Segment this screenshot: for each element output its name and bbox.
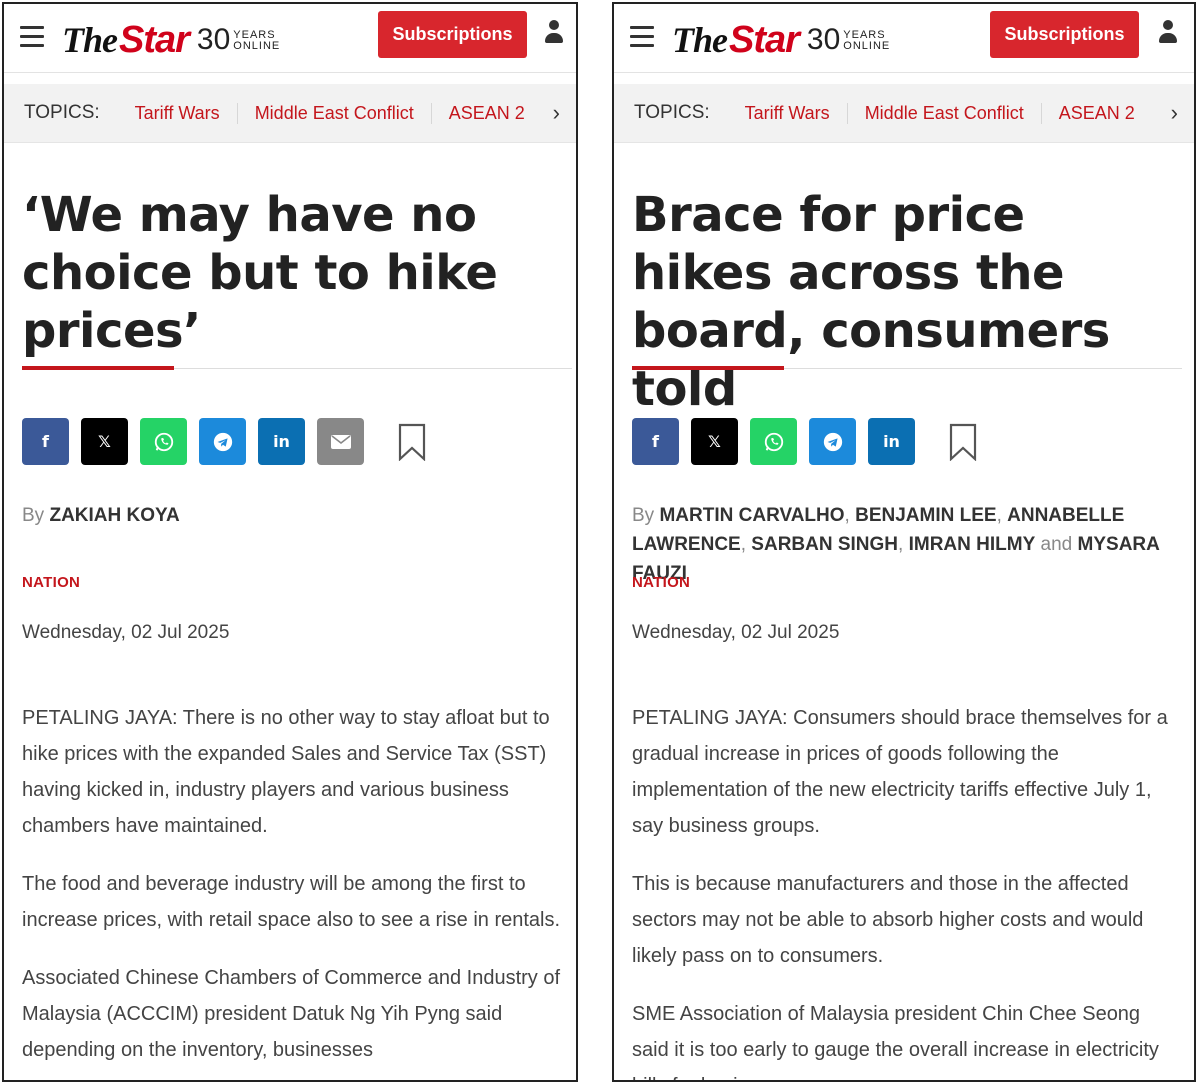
paragraph: SME Association of Malaysia president Ch… bbox=[632, 1003, 1159, 1080]
x-icon[interactable]: 𝕏 bbox=[691, 418, 738, 465]
logo-years: YEARS ONLINE bbox=[843, 30, 890, 52]
paragraph: Associated Chinese Chambers of Commerce … bbox=[22, 967, 561, 1061]
email-icon[interactable] bbox=[317, 418, 364, 465]
topic-asean[interactable]: ASEAN 2 bbox=[432, 103, 542, 124]
logo-the: The bbox=[672, 20, 728, 60]
publish-date: Wednesday, 02 Jul 2025 bbox=[632, 622, 840, 643]
topic-tariff-wars[interactable]: Tariff Wars bbox=[118, 102, 238, 124]
article-body: PETALING JAYA: There is no other way to … bbox=[22, 700, 567, 1080]
author-link[interactable]: SARBAN SINGH bbox=[751, 534, 898, 555]
topic-middle-east-conflict[interactable]: Middle East Conflict bbox=[238, 102, 432, 124]
article-panel-left: The Star 30 YEARS ONLINE Subscriptions T… bbox=[2, 2, 578, 1082]
topics-label: TOPICS: bbox=[24, 102, 100, 123]
topics-bar: TOPICS: Tariff Wars Middle East Conflict… bbox=[614, 84, 1194, 143]
headline-accent-bar bbox=[22, 366, 174, 370]
paragraph: This is because manufacturers and those … bbox=[632, 873, 1144, 967]
byline-comma: , bbox=[844, 505, 850, 526]
share-bar: f 𝕏 in bbox=[632, 418, 983, 465]
topic-tariff-wars[interactable]: Tariff Wars bbox=[728, 102, 848, 124]
paragraph: PETALING JAYA: There is no other way to … bbox=[22, 707, 550, 837]
topic-asean[interactable]: ASEAN 2 bbox=[1042, 103, 1152, 124]
logo-online-text: ONLINE bbox=[843, 40, 891, 52]
hamburger-menu-icon[interactable] bbox=[20, 26, 44, 48]
article-headline: Brace for price hikes across the board, … bbox=[632, 187, 1110, 417]
byline: By ZAKIAH KOYA bbox=[22, 501, 562, 530]
byline: By MARTIN CARVALHO, BENJAMIN LEE, ANNABE… bbox=[632, 501, 1172, 588]
headline-accent-bar bbox=[632, 366, 784, 370]
facebook-icon[interactable]: f bbox=[632, 418, 679, 465]
author-link[interactable]: BENJAMIN LEE bbox=[855, 505, 996, 526]
logo-star: Star bbox=[729, 19, 800, 61]
paragraph: PETALING JAYA: Consumers should brace th… bbox=[632, 707, 1168, 837]
user-icon[interactable] bbox=[544, 20, 564, 46]
article-panel-right: The Star 30 YEARS ONLINE Subscriptions T… bbox=[612, 2, 1196, 1082]
byline-comma: , bbox=[740, 534, 747, 555]
site-logo[interactable]: The Star 30 YEARS ONLINE bbox=[672, 14, 890, 60]
logo-years: YEARS ONLINE bbox=[233, 30, 280, 52]
article-body: PETALING JAYA: Consumers should brace th… bbox=[632, 700, 1177, 1080]
logo-30: 30 bbox=[196, 23, 231, 56]
author-link[interactable]: ZAKIAH KOYA bbox=[49, 505, 179, 526]
site-header: The Star 30 YEARS ONLINE Subscriptions bbox=[4, 4, 576, 73]
topic-middle-east-conflict[interactable]: Middle East Conflict bbox=[848, 102, 1042, 124]
bookmark-icon[interactable] bbox=[392, 418, 432, 465]
whatsapp-icon[interactable] bbox=[750, 418, 797, 465]
subscriptions-button[interactable]: Subscriptions bbox=[990, 11, 1139, 58]
byline-comma: , bbox=[898, 534, 904, 555]
paragraph: The food and beverage industry will be a… bbox=[22, 873, 561, 931]
author-link[interactable]: IMRAN HILMY bbox=[909, 534, 1036, 555]
author-link[interactable]: MARTIN CARVALHO bbox=[659, 505, 844, 526]
byline-by: By bbox=[632, 505, 655, 526]
site-logo[interactable]: The Star 30 YEARS ONLINE bbox=[62, 14, 280, 60]
logo-star: Star bbox=[119, 19, 190, 61]
chevron-right-icon[interactable]: › bbox=[1166, 102, 1178, 124]
topics-bar: TOPICS: Tariff Wars Middle East Conflict… bbox=[4, 84, 576, 143]
telegram-icon[interactable] bbox=[199, 418, 246, 465]
publish-date: Wednesday, 02 Jul 2025 bbox=[22, 622, 230, 643]
article-headline: ‘We may have no choice but to hike price… bbox=[22, 187, 498, 359]
topics-label: TOPICS: bbox=[634, 102, 710, 123]
linkedin-icon[interactable]: in bbox=[258, 418, 305, 465]
x-icon[interactable]: 𝕏 bbox=[81, 418, 128, 465]
section-tag[interactable]: NATION bbox=[22, 574, 80, 591]
logo-the: The bbox=[62, 20, 118, 60]
telegram-icon[interactable] bbox=[809, 418, 856, 465]
bookmark-icon[interactable] bbox=[943, 418, 983, 465]
site-header: The Star 30 YEARS ONLINE Subscriptions bbox=[614, 4, 1194, 73]
logo-online-text: ONLINE bbox=[233, 40, 281, 52]
logo-30: 30 bbox=[806, 23, 841, 56]
user-icon[interactable] bbox=[1158, 20, 1178, 46]
byline-by: By bbox=[22, 505, 45, 526]
hamburger-menu-icon[interactable] bbox=[630, 26, 654, 48]
byline-comma: , bbox=[996, 505, 1002, 526]
subscriptions-button[interactable]: Subscriptions bbox=[378, 11, 527, 58]
linkedin-icon[interactable]: in bbox=[868, 418, 915, 465]
share-bar: f 𝕏 in bbox=[22, 418, 432, 465]
byline-and: and bbox=[1040, 534, 1073, 555]
chevron-right-icon[interactable]: › bbox=[548, 102, 560, 124]
section-tag[interactable]: NATION bbox=[632, 574, 690, 591]
whatsapp-icon[interactable] bbox=[140, 418, 187, 465]
facebook-icon[interactable]: f bbox=[22, 418, 69, 465]
